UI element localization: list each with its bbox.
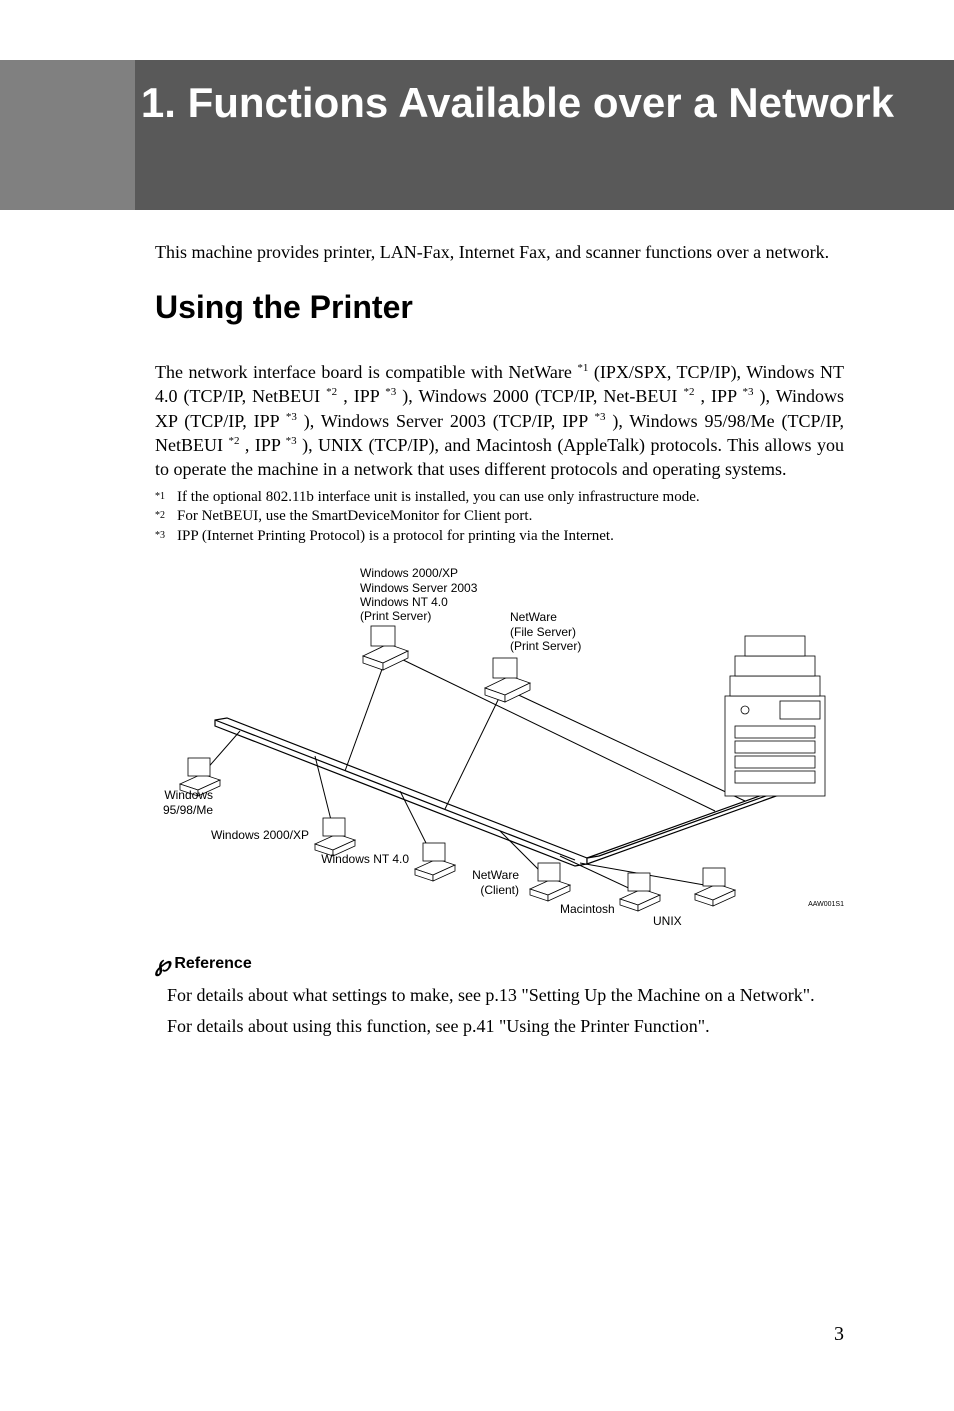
diagram-label-win2000xp: Windows 2000/XP <box>211 828 309 842</box>
footnote-text: For NetBEUI, use the SmartDeviceMonitor … <box>177 507 844 527</box>
sup-ref: *3 <box>385 386 396 398</box>
body-part: , IPP <box>694 386 742 406</box>
label-line: (File Server) <box>510 625 581 639</box>
footnote-num: *1 <box>155 488 177 508</box>
footnote-num: *2 <box>155 507 177 527</box>
reference-heading: ℘ Reference <box>155 951 844 977</box>
sup-ref: *1 <box>577 362 588 374</box>
section-body: The network interface board is compatibl… <box>155 360 844 481</box>
reference-icon: ℘ <box>155 951 170 977</box>
label-line: Windows 2000/XP <box>360 566 477 580</box>
reference-p1: For details about what settings to make,… <box>167 983 844 1008</box>
diagram-label-nwclient: NetWare (Client) <box>472 868 519 897</box>
diagram-label-netware-server: NetWare (File Server) (Print Server) <box>510 610 581 653</box>
diagram-label-macintosh: Macintosh <box>560 902 615 916</box>
body-part: The network interface board is compatibl… <box>155 362 577 382</box>
reference-p2: For details about using this function, s… <box>167 1014 844 1039</box>
page-number: 3 <box>834 1323 844 1346</box>
diagram-label-winnt40: Windows NT 4.0 <box>321 852 409 866</box>
label-line: (Client) <box>472 883 519 897</box>
footnotes: *1 If the optional 802.11b interface uni… <box>155 488 844 547</box>
chapter-title: 1. Functions Available over a Network <box>135 60 954 210</box>
diagram-id: AAW001S1 <box>808 901 844 908</box>
reference-body: For details about what settings to make,… <box>155 983 844 1039</box>
chapter-header: 1. Functions Available over a Network <box>0 60 954 210</box>
sup-ref: *3 <box>594 411 605 423</box>
diagram-label-unix: UNIX <box>653 914 682 928</box>
footnote-num: *3 <box>155 527 177 547</box>
footnote-text: IPP (Internet Printing Protocol) is a pr… <box>177 527 844 547</box>
body-part: , IPP <box>337 386 385 406</box>
sup-ref: *3 <box>742 386 753 398</box>
sup-ref: *3 <box>286 411 297 423</box>
diagram-label-win9598: Windows 95/98/Me <box>155 788 213 817</box>
intro-paragraph: This machine provides printer, LAN-Fax, … <box>155 240 844 265</box>
section-heading: Using the Printer <box>155 289 844 326</box>
diagram-label-topserver: Windows 2000/XP Windows Server 2003 Wind… <box>360 566 477 624</box>
footnote: *1 If the optional 802.11b interface uni… <box>155 488 844 508</box>
body-part: ), Windows 2000 (TCP/IP, Net-BEUI <box>396 386 683 406</box>
label-line: (Print Server) <box>360 609 477 623</box>
body-part: , IPP <box>239 435 285 455</box>
page-content: This machine provides printer, LAN-Fax, … <box>0 210 954 1040</box>
header-accent-block <box>0 60 135 210</box>
body-part: ), Windows Server 2003 (TCP/IP, IPP <box>297 411 595 431</box>
footnote: *2 For NetBEUI, use the SmartDeviceMonit… <box>155 507 844 527</box>
footnote-text: If the optional 802.11b interface unit i… <box>177 488 844 508</box>
reference-heading-text: Reference <box>174 955 251 973</box>
label-line: NetWare <box>510 610 581 624</box>
footnote: *3 IPP (Internet Printing Protocol) is a… <box>155 527 844 547</box>
label-line: Windows Server 2003 <box>360 581 477 595</box>
label-line: (Print Server) <box>510 639 581 653</box>
sup-ref: *2 <box>683 386 694 398</box>
sup-ref: *2 <box>326 386 337 398</box>
label-line: Windows NT 4.0 <box>360 595 477 609</box>
network-diagram: Windows 2000/XP Windows Server 2003 Wind… <box>155 566 844 936</box>
label-line: NetWare <box>472 868 519 882</box>
sup-ref: *2 <box>228 435 239 447</box>
sup-ref: *3 <box>286 435 297 447</box>
